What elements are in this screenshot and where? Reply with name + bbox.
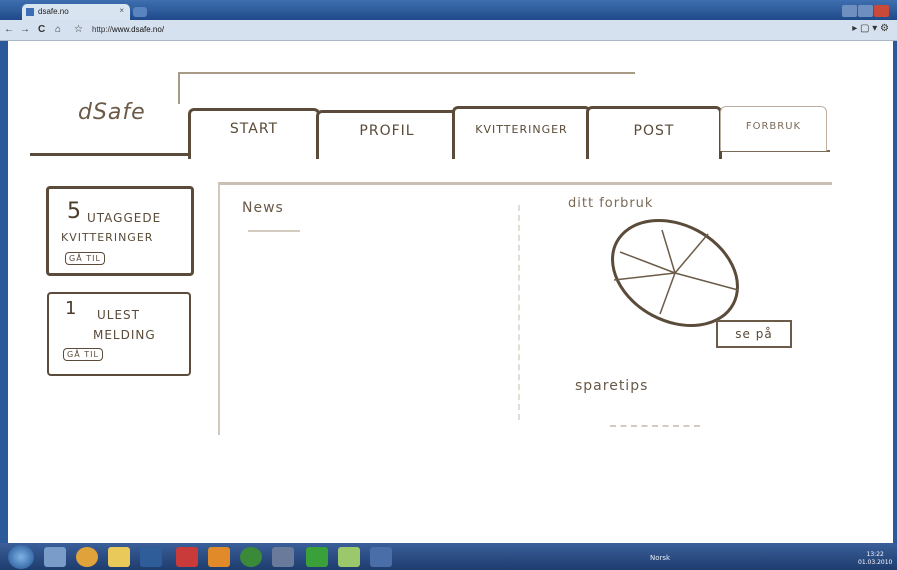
sparetips-placeholder-line <box>610 425 700 429</box>
illustrator-icon[interactable] <box>208 547 230 567</box>
tab-forbruk[interactable]: FORBRUK <box>720 106 827 151</box>
tab-profil[interactable]: PROFIL <box>316 110 458 159</box>
messages-line2: MELDING <box>93 328 156 342</box>
tab-start[interactable]: START <box>188 108 320 159</box>
messages-widget: 1 ULEST MELDING GÅ TIL <box>47 292 191 376</box>
tab-post-label: POST <box>633 123 675 139</box>
address-bar[interactable]: http://www.dsafe.no/ <box>92 25 164 34</box>
app-icon[interactable] <box>306 547 328 567</box>
tab-title: dsafe.no <box>38 7 69 16</box>
url-prefix: http:// <box>92 25 113 34</box>
taskbar-app-icon[interactable] <box>44 547 66 567</box>
usage-pie-chart <box>611 218 739 328</box>
pie-slice-line <box>613 272 676 281</box>
close-tab-icon[interactable]: × <box>119 6 124 15</box>
header-outline <box>178 72 635 104</box>
indesign-icon[interactable] <box>176 547 198 567</box>
browser-toolbar: ← → C ⌂ ☆ http://www.dsafe.no/ ▸ ▢ ▾ ⚙ <box>0 20 897 41</box>
reload-icon[interactable]: C <box>38 24 45 35</box>
tab-profil-label: PROFIL <box>359 123 415 139</box>
sparetips-heading: sparetips <box>575 378 649 394</box>
start-button[interactable] <box>8 545 34 569</box>
messages-goto-button[interactable]: GÅ TIL <box>63 348 103 361</box>
receipts-goto-button[interactable]: GÅ TIL <box>65 252 105 265</box>
url-host: www.dsafe.no/ <box>112 25 165 34</box>
messages-line1: ULEST <box>97 308 140 322</box>
site-logo[interactable]: dSafe <box>78 100 146 125</box>
back-icon[interactable]: ← <box>4 24 14 35</box>
bookmark-star-icon[interactable]: ☆ <box>74 24 83 35</box>
receipts-count: 5 <box>67 199 82 224</box>
column-divider <box>518 205 522 420</box>
messages-count: 1 <box>65 298 78 319</box>
folder-icon[interactable] <box>338 547 360 567</box>
close-window-button[interactable] <box>874 5 889 17</box>
media-icon[interactable] <box>240 547 262 567</box>
window-controls <box>841 2 891 17</box>
pie-slice-line <box>674 272 739 291</box>
notes-icon[interactable] <box>272 547 294 567</box>
home-icon[interactable]: ⌂ <box>55 24 61 35</box>
receipts-line2: KVITTERINGER <box>61 231 154 244</box>
pie-slice-line <box>661 229 676 274</box>
pie-slice-line <box>619 251 676 274</box>
new-tab-button[interactable] <box>133 7 147 17</box>
receipts-widget: 5 UTAGGEDE KVITTERINGER GÅ TIL <box>46 186 194 276</box>
forward-icon[interactable]: → <box>20 24 30 35</box>
clock-date: 01.03.2010 <box>858 559 893 566</box>
header-rule-left <box>30 153 195 156</box>
tab-start-label: START <box>229 121 279 137</box>
news-heading: News <box>242 200 284 216</box>
maximize-button[interactable] <box>858 5 873 17</box>
photoshop-icon[interactable] <box>140 547 162 567</box>
se-pa-button[interactable]: se på <box>716 320 792 348</box>
clock-time: 13:22 <box>866 551 884 558</box>
browser-tab[interactable]: dsafe.no × <box>22 4 130 20</box>
pie-slice-line <box>659 272 676 315</box>
minimize-button[interactable] <box>842 5 857 17</box>
tab-post[interactable]: POST <box>586 106 722 159</box>
tab-kvitteringer-label: KVITTERINGER <box>475 123 568 136</box>
system-tray[interactable]: Norsk <box>650 554 670 562</box>
news-placeholder-line <box>248 230 300 232</box>
taskbar-clock[interactable]: 13:22 01.03.2010 <box>858 551 892 567</box>
browser-tools-icon[interactable]: ▸ ▢ ▾ ⚙ <box>852 23 889 34</box>
chrome-icon[interactable] <box>76 547 98 567</box>
explorer-icon[interactable] <box>108 547 130 567</box>
favicon-icon <box>26 8 34 16</box>
os-taskbar <box>0 543 897 570</box>
pie-slice-line <box>674 233 709 274</box>
tab-kvitteringer[interactable]: KVITTERINGER <box>452 106 591 159</box>
window-icon[interactable] <box>370 547 392 567</box>
tab-forbruk-label: FORBRUK <box>745 121 802 132</box>
forbruk-heading: ditt forbruk <box>568 196 654 211</box>
receipts-line1: UTAGGEDE <box>87 211 162 225</box>
